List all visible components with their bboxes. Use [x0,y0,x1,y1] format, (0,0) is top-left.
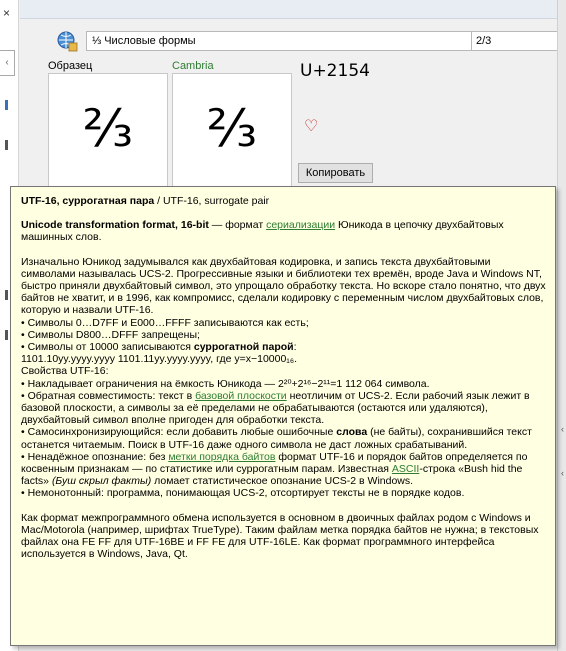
font-link[interactable]: Cambria [172,60,292,72]
tooltip-bullet: • Накладывает ограничения на ёмкость Юни… [21,377,430,390]
sample-glyph-box: ⅔ [48,73,168,188]
codepoint-label: U+2154 [300,61,370,81]
tooltip-bullet: • Символы 0…D7FF и E000…FFFF записываютс… [21,316,309,329]
favorite-heart-icon[interactable]: ♡ [304,116,318,135]
right-scroll-edge: ‹ ‹ [557,0,566,651]
search-input[interactable] [471,31,566,51]
font-preview: Cambria ⅔ [172,60,292,188]
edge-marker: ‹ [561,424,564,434]
sample-label: Образец [48,60,93,72]
bom-link[interactable]: метки порядка байтов [168,451,275,463]
block-select[interactable]: ⅓ Числовые формы [86,31,486,51]
serialization-link[interactable]: сериализации [266,219,335,231]
bmp-link[interactable]: базовой плоскости [195,390,287,402]
marker-icon [5,140,8,150]
tooltip-bullet: • Обратная совместимость: текст в базово… [21,389,530,427]
block-select-value: ⅓ Числовые формы [92,35,196,47]
utf16-tooltip: UTF-16, суррогатная пара / UTF-16, surro… [10,186,556,646]
tooltip-code: 1101.10yy.yyyy.yyyy 1101.11yy.yyyy.yyyy,… [21,353,297,366]
edge-marker: ‹ [561,468,564,478]
sample-glyph: ⅔ [82,99,134,159]
top-strip [20,0,566,19]
tooltip-definition: Unicode transformation format, 16-bit — … [21,219,504,244]
globe-icon[interactable] [56,30,78,52]
tooltip-bullet: • Символы D800…DFFF запрещены; [21,328,200,341]
ascii-link[interactable]: ASCII [392,463,419,475]
tooltip-bullet: • Ненадёжное опознание: без метки порядк… [21,450,528,488]
sample-preview: Образец ⅔ [48,60,168,188]
tooltip-bullet: • Символы от 10000 записываются суррогат… [21,341,297,354]
tooltip-properties-title: Свойства UTF-16: [21,365,109,378]
tooltip-bullet: • Самосинхронизирующийся: если добавить … [21,426,532,451]
tooltip-bullet: • Немонотонный: программа, понимающая UC… [21,487,465,500]
tooltip-paragraph: Изначально Юникод задумывался как двухба… [21,255,546,317]
marker-icon [5,100,8,110]
tooltip-paragraph: Как формат межпрограммного обмена исполь… [21,511,539,561]
close-icon[interactable]: × [3,6,10,20]
font-glyph-box: ⅔ [172,73,292,188]
expand-arrow-button[interactable]: ‹ [0,50,15,76]
font-glyph: ⅔ [206,99,258,159]
copy-button[interactable]: Копировать [298,163,373,183]
tooltip-title: UTF-16, суррогатная пара / UTF-16, surro… [21,195,270,207]
